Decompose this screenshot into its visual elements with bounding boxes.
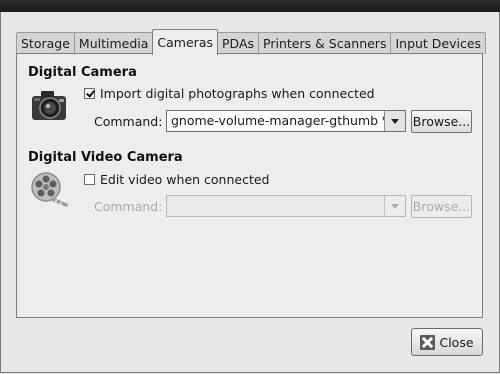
tab-input-devices[interactable]: Input Devices xyxy=(390,32,487,54)
video-command-combo[interactable] xyxy=(166,195,406,217)
import-photos-row[interactable]: Import digital photographs when connecte… xyxy=(84,86,375,101)
video-browse-button[interactable]: Browse... xyxy=(411,195,472,218)
close-icon xyxy=(420,334,436,350)
video-command-label: Command: xyxy=(94,199,163,214)
tab-printers-scanners[interactable]: Printers & Scanners xyxy=(258,32,392,54)
film-reel-icon xyxy=(30,170,70,211)
close-button-label: Close xyxy=(439,334,474,350)
camera-command-combo[interactable]: gnome-volume-manager-gthumb %h xyxy=(166,110,406,132)
edit-video-label: Edit video when connected xyxy=(100,172,270,187)
camera-browse-button[interactable]: Browse... xyxy=(411,110,472,133)
import-photos-label: Import digital photographs when connecte… xyxy=(100,86,375,101)
camera-command-value[interactable]: gnome-volume-manager-gthumb %h xyxy=(167,111,384,131)
video-command-value[interactable] xyxy=(167,196,384,216)
close-button[interactable]: Close xyxy=(411,328,483,356)
chevron-down-icon[interactable] xyxy=(384,111,405,131)
edit-video-row[interactable]: Edit video when connected xyxy=(84,172,269,187)
edit-video-checkbox[interactable] xyxy=(84,174,95,185)
chevron-down-icon[interactable] xyxy=(384,196,405,216)
video-camera-heading: Digital Video Camera xyxy=(28,150,183,165)
camera-command-label: Command: xyxy=(94,114,163,129)
tab-multimedia[interactable]: Multimedia xyxy=(73,32,154,54)
tab-pdas[interactable]: PDAs xyxy=(217,32,260,54)
import-photos-checkbox[interactable] xyxy=(84,88,95,99)
tab-storage[interactable]: Storage xyxy=(16,32,75,54)
digital-camera-heading: Digital Camera xyxy=(28,65,137,80)
tab-bar: Storage Multimedia Cameras PDAs Printers… xyxy=(16,29,487,55)
tab-cameras[interactable]: Cameras xyxy=(152,29,218,55)
camera-icon xyxy=(30,87,68,126)
